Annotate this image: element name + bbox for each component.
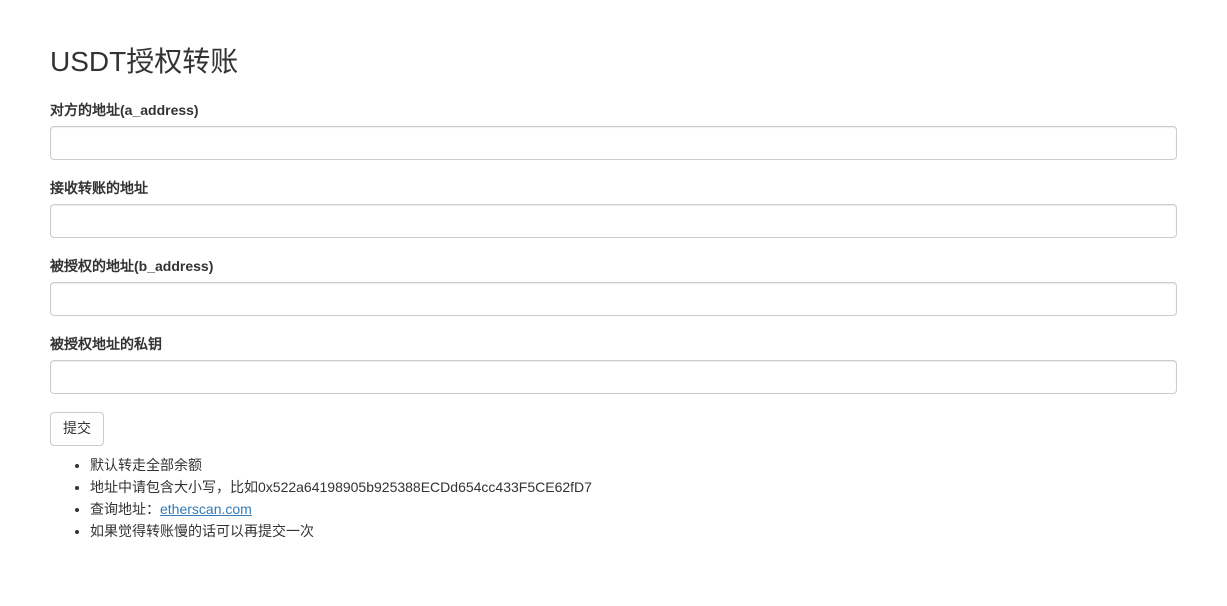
a-address-input[interactable] — [50, 126, 1177, 160]
a-address-label: 对方的地址(a_address) — [50, 100, 1177, 120]
receive-address-label: 接收转账的地址 — [50, 178, 1177, 198]
note-item-3-prefix: 查询地址： — [90, 501, 160, 517]
private-key-input[interactable] — [50, 360, 1177, 394]
private-key-label: 被授权地址的私钥 — [50, 334, 1177, 354]
submit-button[interactable]: 提交 — [50, 412, 104, 446]
b-address-input[interactable] — [50, 282, 1177, 316]
etherscan-link[interactable]: etherscan.com — [160, 501, 252, 517]
note-item-4: 如果觉得转账慢的话可以再提交一次 — [90, 522, 1177, 542]
receive-address-input[interactable] — [50, 204, 1177, 238]
transfer-form: 对方的地址(a_address) 接收转账的地址 被授权的地址(b_addres… — [50, 100, 1177, 542]
page-title: USDT授权转账 — [50, 40, 1177, 80]
notes-list: 默认转走全部余额 地址中请包含大小写，比如0x522a64198905b9253… — [50, 456, 1177, 542]
b-address-label: 被授权的地址(b_address) — [50, 256, 1177, 276]
note-item-3: 查询地址：etherscan.com — [90, 500, 1177, 520]
note-item-2: 地址中请包含大小写，比如0x522a64198905b925388ECDd654… — [90, 478, 1177, 498]
note-item-1: 默认转走全部余额 — [90, 456, 1177, 476]
